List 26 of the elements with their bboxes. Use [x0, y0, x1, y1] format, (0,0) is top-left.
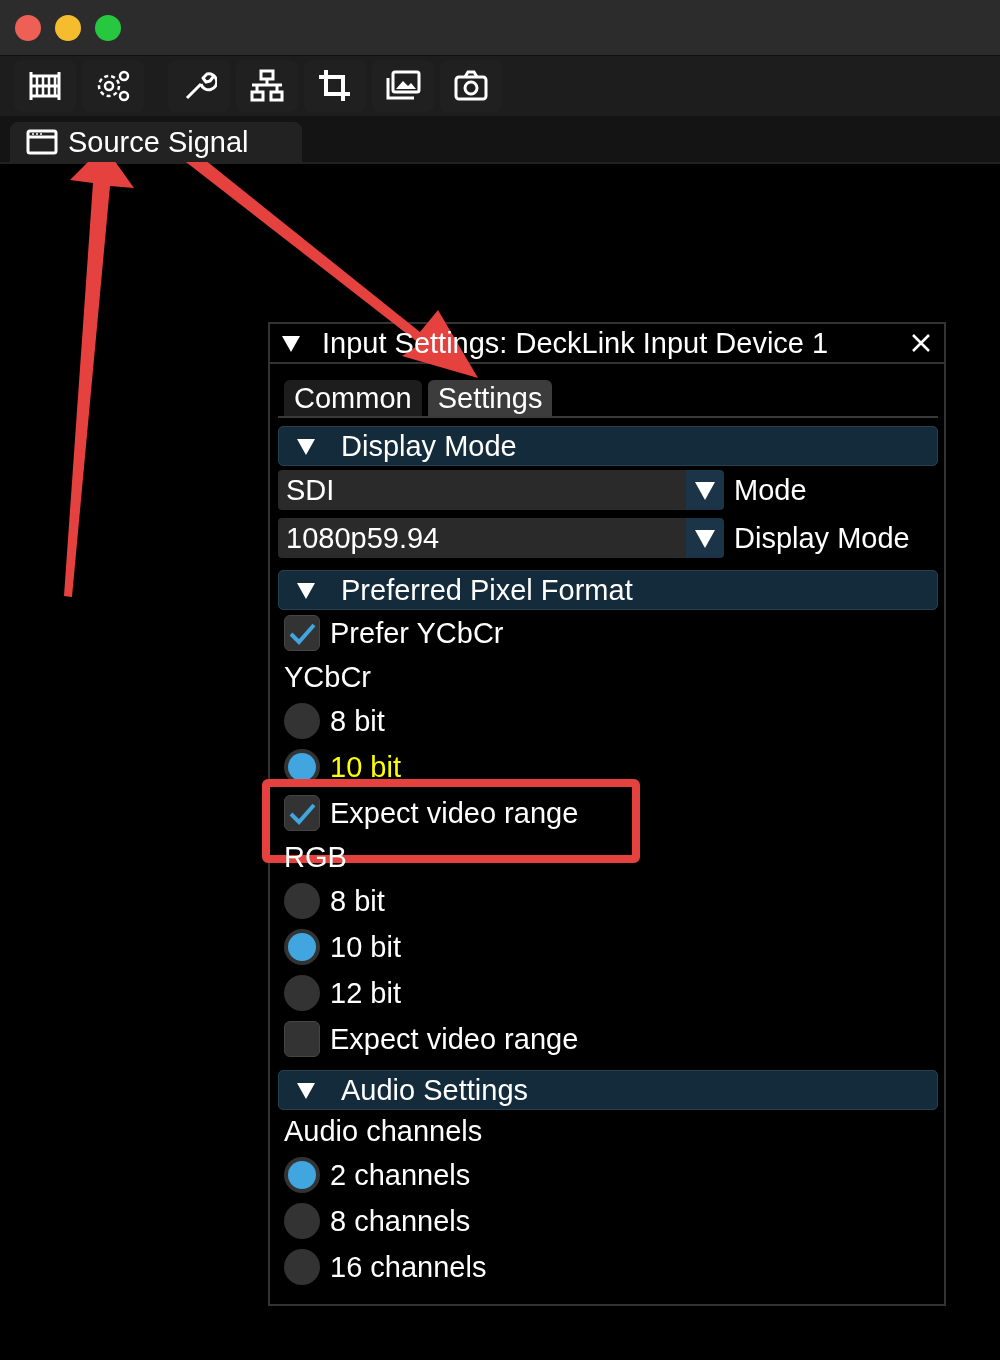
radio-label: 10 bit — [330, 930, 401, 964]
section-header[interactable]: Preferred Pixel Format — [278, 570, 938, 610]
group-label: Audio channels — [284, 1114, 483, 1148]
radio-label: 8 channels — [330, 1204, 471, 1238]
checkbox-label: Prefer YCbCr — [330, 616, 504, 650]
dropdown-field[interactable]: SDI — [278, 470, 686, 510]
section-header[interactable]: Display Mode — [278, 426, 938, 466]
radio-label: 12 bit — [330, 976, 401, 1010]
tab[interactable]: Source Signal — [10, 122, 302, 162]
field-label: Display Mode — [734, 521, 910, 555]
group-label: YCbCr — [284, 660, 371, 694]
section-title: Audio Settings — [341, 1073, 528, 1107]
radio-label: 8 bit — [330, 884, 385, 918]
radio-label: 10 bit — [330, 750, 401, 784]
checkbox-label: Expect video range — [330, 1022, 579, 1056]
tab[interactable]: Settings — [427, 380, 553, 416]
checkbox-label: Expect video range — [330, 796, 579, 830]
section-title: Display Mode — [341, 429, 517, 463]
radio-label: 8 bit — [330, 704, 385, 738]
radio-label: 2 channels — [330, 1158, 471, 1192]
section-title: Preferred Pixel Format — [341, 573, 633, 607]
section-header[interactable]: Audio Settings — [278, 1070, 938, 1110]
radio-label: 16 channels — [330, 1250, 487, 1284]
field-label: Mode — [734, 473, 807, 507]
dropdown-field[interactable]: 1080p59.94 — [278, 518, 686, 558]
tab[interactable]: Common — [284, 380, 422, 416]
